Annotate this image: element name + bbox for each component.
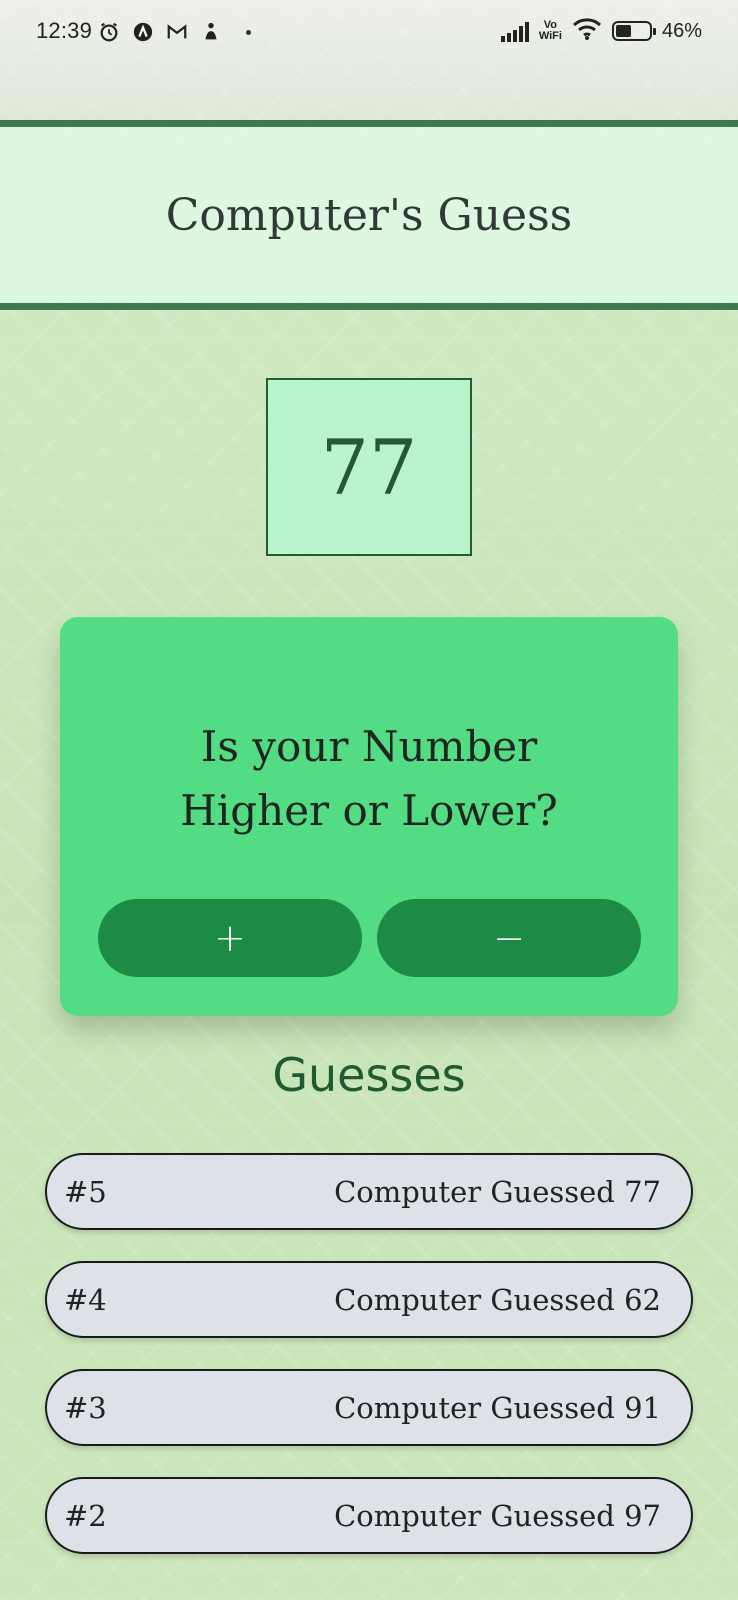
guess-index: #2 (64, 1498, 107, 1533)
status-system-icons: Vo WiFi 46% (500, 16, 702, 46)
question-text: Is your Number Higher or Lower? (60, 715, 678, 843)
screen-header: Computer's Guess (0, 120, 738, 310)
battery-fill (615, 25, 631, 37)
guess-text: Computer Guessed 77 (334, 1174, 661, 1209)
guess-text: Computer Guessed 91 (334, 1390, 661, 1425)
wifi-icon (572, 17, 602, 46)
battery-icon (611, 21, 656, 41)
signal-icon (500, 20, 529, 42)
guess-index: #5 (64, 1174, 107, 1209)
alarm-icon (98, 21, 120, 43)
guesses-title: Guesses (272, 1048, 466, 1102)
status-more-dot (246, 30, 251, 35)
guess-text: Computer Guessed 97 (334, 1498, 661, 1533)
figure-icon (200, 21, 222, 43)
current-guess-value: 77 (320, 422, 418, 512)
page-title: Computer's Guess (165, 189, 573, 241)
guess-list-item: #2 Computer Guessed 97 (45, 1477, 693, 1554)
vowifi-bottom-text: WiFi (538, 30, 562, 42)
guess-text: Computer Guessed 62 (334, 1282, 661, 1317)
question-line-1: Is your Number (200, 722, 538, 771)
battery-percentage: 46% (661, 19, 702, 42)
question-line-2: Higher or Lower? (180, 786, 558, 835)
vowifi-icon: Vo WiFi (539, 20, 562, 42)
higher-button[interactable]: + (98, 899, 362, 977)
status-notification-icons (98, 18, 222, 46)
status-time: 12:39 (36, 18, 93, 43)
higher-lower-card: Is your Number Higher or Lower? + − (60, 617, 678, 1016)
lower-button[interactable]: − (377, 899, 641, 977)
status-bar: 12:39 Vo WiFi 46% (0, 0, 738, 66)
guess-index: #3 (64, 1390, 107, 1425)
gmail-icon (166, 21, 188, 43)
guess-list-item: #5 Computer Guessed 77 (45, 1153, 693, 1230)
a-circle-icon (132, 21, 154, 43)
guess-index: #4 (64, 1282, 107, 1317)
guess-list-item: #3 Computer Guessed 91 (45, 1369, 693, 1446)
current-guess-box: 77 (266, 378, 472, 556)
guess-list-item: #4 Computer Guessed 62 (45, 1261, 693, 1338)
guesses-list[interactable]: #5 Computer Guessed 77 #4 Computer Guessed … (45, 1153, 693, 1585)
